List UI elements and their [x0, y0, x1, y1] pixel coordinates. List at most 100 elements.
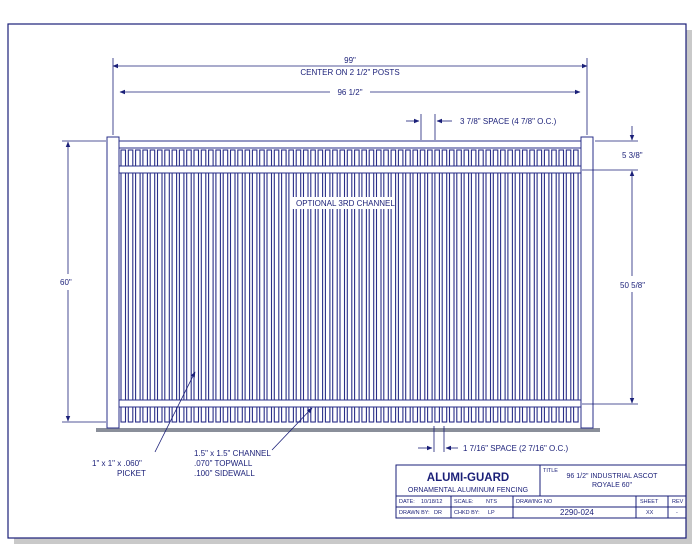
picket [478, 149, 484, 423]
picket [171, 149, 178, 423]
date-value: 10/18/12 [421, 499, 442, 505]
picket [529, 149, 535, 423]
picket [251, 149, 258, 423]
picket [127, 149, 134, 423]
picket [397, 149, 404, 423]
rev-label: REV [672, 499, 684, 505]
picket [565, 149, 572, 423]
picket [346, 149, 353, 423]
channel-label-sidewall: .100" SIDEWALL [194, 469, 255, 478]
picket [193, 149, 200, 423]
picket [317, 149, 324, 423]
picket [485, 149, 492, 423]
picket [149, 149, 156, 423]
picket [573, 149, 579, 423]
company-subtitle: ORNAMENTAL ALUMINUM FENCING [408, 487, 528, 494]
bottom-rail [118, 399, 582, 408]
picket [448, 149, 455, 423]
drawn-by-value: DR [434, 510, 442, 516]
picket [178, 149, 185, 423]
rev-value: - [676, 510, 678, 516]
picket [164, 149, 170, 423]
title-label: TITLE [543, 468, 558, 474]
scale-value: NTS [486, 499, 497, 505]
ground-line [96, 428, 600, 432]
picket [237, 149, 243, 423]
picket [142, 149, 148, 423]
picket [383, 149, 389, 423]
picket [332, 149, 338, 423]
picket [419, 149, 426, 423]
drawing-no-value: 2290-024 [560, 508, 594, 517]
picket [339, 149, 346, 423]
drawn-by-label: DRAWN BY: [399, 510, 430, 516]
picket [405, 149, 411, 423]
picket [368, 149, 375, 423]
picket [324, 149, 331, 423]
picket [441, 149, 448, 423]
picket [412, 149, 419, 423]
picket-label-name: PICKET [117, 469, 146, 478]
picket [295, 149, 302, 423]
picket [514, 149, 521, 423]
picket [354, 149, 360, 423]
title-line-1: 96 1/2" INDUSTRIAL ASCOT [567, 473, 659, 480]
title-line-2: ROYALE 60" [592, 482, 633, 489]
optional-channel-label: OPTIONAL 3RD CHANNEL [296, 199, 395, 208]
picket [222, 149, 229, 423]
company-name: ALUMI-GUARD [427, 472, 509, 484]
picket [208, 149, 214, 423]
picket [558, 149, 565, 423]
picket [273, 149, 280, 423]
picket [521, 149, 528, 423]
picket [427, 149, 433, 423]
dim-99-note: CENTER ON 2 1/2" POSTS [300, 68, 399, 77]
picket [492, 149, 499, 423]
picket [375, 149, 382, 423]
second-rail [118, 165, 582, 174]
picket [551, 149, 557, 423]
picket [302, 149, 309, 423]
picket [310, 149, 316, 423]
left-post [106, 136, 120, 429]
drawing-no-label: DRAWING NO [516, 499, 553, 505]
picket [135, 149, 141, 423]
top-rail [118, 140, 582, 149]
dim-99-text: 99" [344, 56, 356, 65]
picket [456, 149, 462, 423]
picket [259, 149, 265, 423]
picket [434, 149, 440, 423]
right-post [580, 136, 594, 429]
picket [463, 149, 470, 423]
dim-top-height-text: 5 3/8" [622, 151, 643, 160]
picket [500, 149, 506, 423]
dim-overall-height-text: 60" [60, 278, 72, 287]
date-label: DATE: [399, 499, 415, 505]
picket [543, 149, 550, 423]
picket [266, 149, 273, 423]
picket [200, 149, 207, 423]
chkd-by-label: CHKD BY: [454, 510, 480, 516]
picket [507, 149, 513, 423]
picket [281, 149, 287, 423]
picket [156, 149, 163, 423]
dim-mid-height-text: 50 5/8" [620, 281, 645, 290]
picket-group [120, 149, 579, 423]
sheet-value: XX [646, 510, 654, 516]
channel-label-topwall: .070" TOPWALL [194, 459, 253, 468]
picket [390, 149, 397, 423]
picket [361, 149, 367, 423]
picket [215, 149, 221, 423]
picket [470, 149, 477, 423]
dim-top-space-text: 3 7/8" SPACE (4 7/8" O.C.) [460, 117, 557, 126]
picket [120, 149, 127, 423]
dim-96-text: 96 1/2" [337, 88, 362, 97]
picket [536, 149, 543, 423]
picket [229, 149, 236, 423]
picket-label-size: 1" x 1" x .060" [92, 459, 142, 468]
fence-drawing-sheet: 99" CENTER ON 2 1/2" POSTS 96 1/2" 3 7/8… [7, 23, 692, 544]
channel-label-size: 1.5" x 1.5" CHANNEL [194, 449, 271, 458]
picket [244, 149, 251, 423]
sheet-label: SHEET [640, 499, 659, 505]
scale-label: SCALE: [454, 499, 474, 505]
